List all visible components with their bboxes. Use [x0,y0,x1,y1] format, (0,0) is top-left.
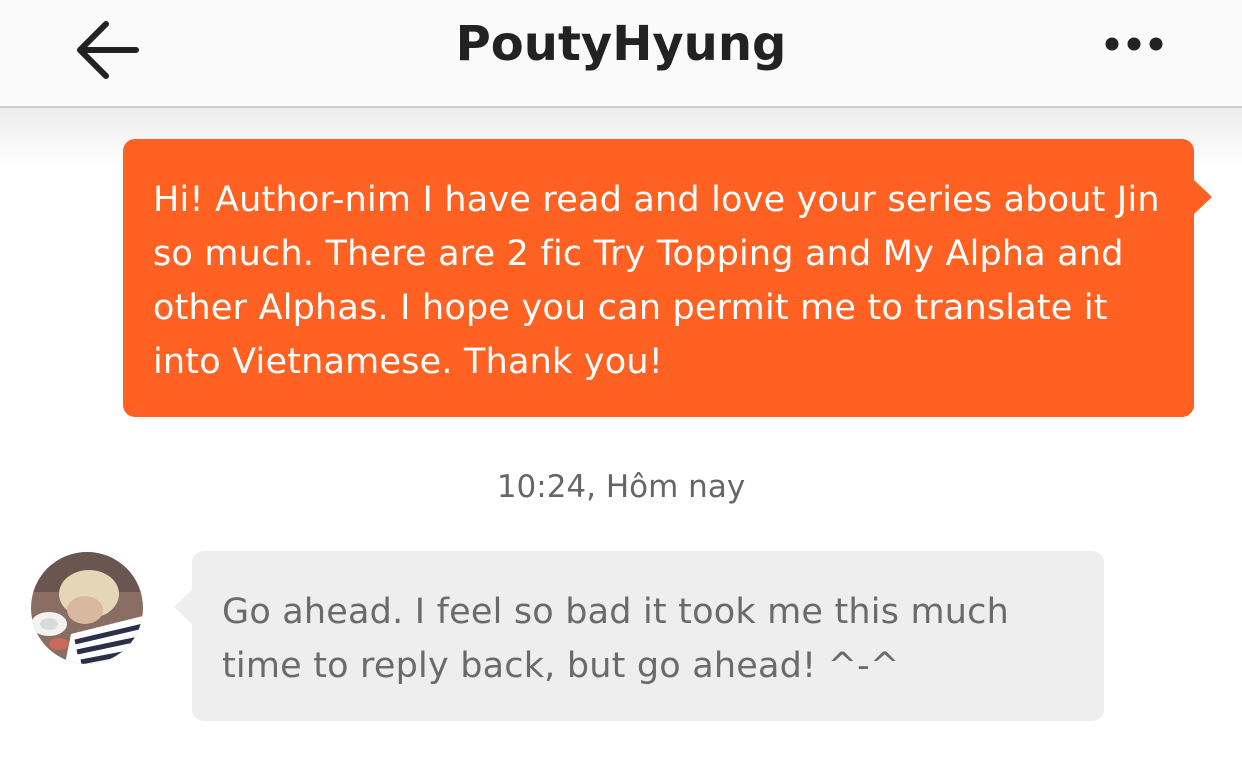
more-options-button[interactable] [1098,24,1170,64]
incoming-message-bubble[interactable]: Go ahead. I feel so bad it took me this … [192,551,1104,721]
message-timestamp: 10:24, Hôm nay [496,469,746,505]
incoming-bubble-tail [174,590,192,624]
chat-header: PoutyHyung [0,0,1242,108]
conversation-title: PoutyHyung [455,16,787,72]
avatar[interactable] [31,552,143,664]
more-horizontal-icon [1105,37,1163,51]
outgoing-message-bubble[interactable]: Hi! Author-nim I have read and love your… [123,139,1194,417]
outgoing-bubble-tail [1194,180,1212,214]
